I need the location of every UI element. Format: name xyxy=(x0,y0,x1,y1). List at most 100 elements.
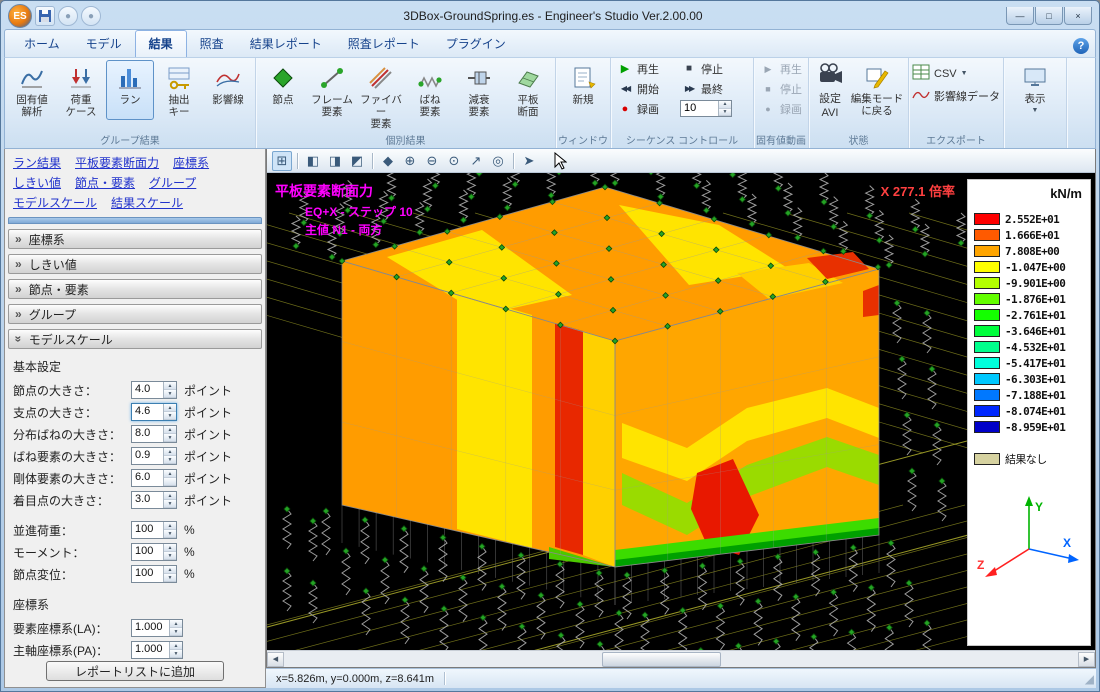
eigen-video-record-button[interactable]: ●録画 xyxy=(757,100,805,118)
scrollbar-track[interactable] xyxy=(285,652,1077,667)
zoom-extents-icon[interactable]: ⊙ xyxy=(444,151,464,171)
fiber-element-button[interactable]: ファイバー 要素 xyxy=(357,60,405,132)
spin-down-icon[interactable]: ▼ xyxy=(719,109,731,117)
rigid-element-size-stepper[interactable]: 6.0▲ xyxy=(131,469,177,487)
element-coord-stepper[interactable]: 1.000▲▼ xyxy=(131,619,183,637)
scrollbar-thumb[interactable] xyxy=(602,652,721,667)
undo-button[interactable]: ● xyxy=(58,6,78,26)
sequence-stop-button[interactable]: ■停止 xyxy=(678,60,750,78)
link-nodes-elements[interactable]: 節点・要素 xyxy=(75,174,135,191)
support-size-stepper[interactable]: 4.6▲▼ xyxy=(131,403,177,421)
spin-down-icon[interactable] xyxy=(164,478,176,486)
resize-grip-icon[interactable]: ◢ xyxy=(1085,672,1096,686)
pointer-tool-icon[interactable]: ➤ xyxy=(519,151,539,171)
moment-stepper[interactable]: 100▲▼ xyxy=(131,543,177,561)
section-model-scale[interactable]: » モデルスケール xyxy=(8,329,262,349)
fit-view-icon[interactable]: ⊞ xyxy=(272,151,292,171)
spin-up-icon[interactable]: ▲ xyxy=(164,566,176,574)
model-3d-canvas[interactable]: 平板要素断面力 EQ+X - ステップ 10 主値 N1 - 両方 X 277.… xyxy=(267,173,1095,650)
view-cube-iso-icon[interactable]: ◧ xyxy=(303,151,323,171)
scroll-left-arrow-icon[interactable]: ◀ xyxy=(267,652,284,667)
distributed-spring-size-stepper[interactable]: 8.0▲▼ xyxy=(131,425,177,443)
new-window-button[interactable]: 新規 xyxy=(559,60,607,108)
spin-down-icon[interactable]: ▼ xyxy=(164,456,176,464)
link-result-scale[interactable]: 結果スケール xyxy=(111,194,183,211)
close-button[interactable]: × xyxy=(1064,7,1092,25)
view-cube-front-icon[interactable]: ◨ xyxy=(325,151,345,171)
spin-down-icon[interactable]: ▼ xyxy=(164,390,176,398)
node-displacement-stepper[interactable]: 100▲▼ xyxy=(131,565,177,583)
link-model-scale[interactable]: モデルスケール xyxy=(13,194,97,211)
node-size-stepper[interactable]: 4.0▲▼ xyxy=(131,381,177,399)
sequence-step-stepper[interactable]: 10 ▲▼ xyxy=(680,100,732,117)
spin-up-icon[interactable]: ▲ xyxy=(170,620,182,628)
help-button[interactable]: ? xyxy=(1073,38,1089,54)
spin-up-icon[interactable]: ▲ xyxy=(164,470,176,478)
run-button[interactable]: ラン xyxy=(106,60,154,120)
spring-element-button[interactable]: ばね 要素 xyxy=(406,60,454,132)
tab-model[interactable]: モデル xyxy=(73,31,135,57)
tab-home[interactable]: ホーム xyxy=(11,31,73,57)
section-threshold[interactable]: » しきい値 xyxy=(8,254,262,274)
display-options-button[interactable]: 表示 ▼ xyxy=(1007,60,1063,117)
minimize-button[interactable]: — xyxy=(1006,7,1034,25)
zoom-in-icon[interactable]: ⊕ xyxy=(400,151,420,171)
spin-down-icon[interactable]: ▼ xyxy=(170,650,182,658)
sequence-end-button[interactable]: ▶▶最終 xyxy=(678,80,750,98)
tab-check[interactable]: 照査 xyxy=(187,31,237,57)
model-3d-scene[interactable] xyxy=(267,173,967,650)
load-case-button[interactable]: 荷重 ケース xyxy=(57,60,105,120)
back-to-edit-button[interactable]: 編集モード に戻る xyxy=(849,60,905,121)
spin-down-icon[interactable]: ▼ xyxy=(164,500,176,508)
rotate-view-icon[interactable]: ↗ xyxy=(466,151,486,171)
spin-up-icon[interactable]: ▲ xyxy=(164,404,176,412)
tab-result-report[interactable]: 結果レポート xyxy=(237,31,335,57)
eigen-video-play-button[interactable]: ▶再生 xyxy=(757,60,805,78)
maximize-button[interactable]: □ xyxy=(1035,7,1063,25)
solid-display-icon[interactable]: ◆ xyxy=(378,151,398,171)
extract-key-button[interactable]: 抽出 キー xyxy=(155,60,203,120)
plate-section-button[interactable]: 平板 断面 xyxy=(504,60,552,132)
spin-down-icon[interactable]: ▼ xyxy=(164,574,176,582)
zoom-out-icon[interactable]: ⊖ xyxy=(422,151,442,171)
spin-down-icon[interactable]: ▼ xyxy=(164,412,176,420)
save-button[interactable] xyxy=(35,6,55,26)
scrolled-section-header-partial[interactable] xyxy=(8,217,262,224)
spin-down-icon[interactable]: ▼ xyxy=(164,530,176,538)
sequence-record-button[interactable]: ●録画 xyxy=(614,100,678,118)
spin-up-icon[interactable]: ▲ xyxy=(170,642,182,650)
avi-settings-button[interactable]: 設定 AVI xyxy=(812,60,848,121)
damper-element-button[interactable]: 減衰 要素 xyxy=(455,60,503,132)
redo-button[interactable]: ● xyxy=(81,6,101,26)
sequence-start-button[interactable]: ◀◀開始 xyxy=(614,80,678,98)
tab-plugin[interactable]: プラグイン xyxy=(433,31,519,57)
link-plate-section-force[interactable]: 平板要素断面力 xyxy=(75,154,159,171)
link-coordinate-system[interactable]: 座標系 xyxy=(173,154,209,171)
section-nodes-elements[interactable]: » 節点・要素 xyxy=(8,279,262,299)
scroll-right-arrow-icon[interactable]: ▶ xyxy=(1078,652,1095,667)
principal-axis-coord-stepper[interactable]: 1.000▲▼ xyxy=(131,641,183,659)
spin-up-icon[interactable]: ▲ xyxy=(164,382,176,390)
horizontal-scrollbar[interactable]: ◀ ▶ xyxy=(267,650,1095,667)
link-run-results[interactable]: ラン結果 xyxy=(13,154,61,171)
spin-up-icon[interactable]: ▲ xyxy=(164,522,176,530)
spin-down-icon[interactable]: ▼ xyxy=(164,434,176,442)
link-threshold[interactable]: しきい値 xyxy=(13,174,61,191)
focus-point-size-stepper[interactable]: 3.0▲▼ xyxy=(131,491,177,509)
view-cube-top-icon[interactable]: ◩ xyxy=(347,151,367,171)
influence-data-button[interactable]: 影響線データ xyxy=(912,87,1000,104)
spin-up-icon[interactable]: ▲ xyxy=(164,544,176,552)
spin-up-icon[interactable]: ▲ xyxy=(164,492,176,500)
title-bar[interactable]: ES ● ● 3DBox-GroundSpring.es - Engineer'… xyxy=(4,1,1096,29)
add-to-report-list-button[interactable]: レポートリストに追加 xyxy=(46,661,224,681)
csv-export-button[interactable]: CSV ▼ xyxy=(912,64,1000,83)
app-logo-icon[interactable]: ES xyxy=(8,4,32,28)
translation-load-stepper[interactable]: 100▲▼ xyxy=(131,521,177,539)
influence-line-button[interactable]: 影響線 xyxy=(204,60,252,120)
section-coordinate-system[interactable]: » 座標系 xyxy=(8,229,262,249)
frame-element-button[interactable]: フレーム 要素 xyxy=(308,60,356,132)
spring-element-size-stepper[interactable]: 0.9▲▼ xyxy=(131,447,177,465)
link-group[interactable]: グループ xyxy=(149,174,196,191)
spin-down-icon[interactable]: ▼ xyxy=(164,552,176,560)
sequence-play-button[interactable]: ▶再生 xyxy=(614,60,678,78)
